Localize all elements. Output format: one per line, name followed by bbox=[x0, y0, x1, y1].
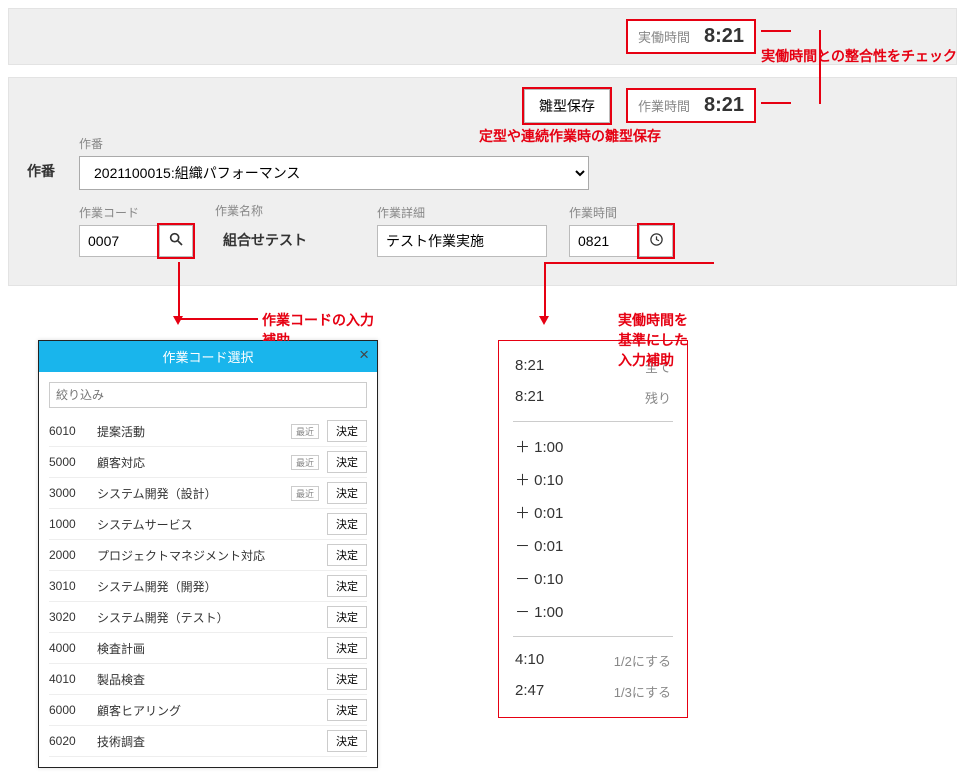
name-label: 作業名称 bbox=[215, 202, 355, 219]
code-row-name: システムサービス bbox=[97, 516, 319, 533]
code-label: 作業コード bbox=[79, 204, 193, 221]
code-row[interactable]: 4010 製品検査決定 bbox=[49, 664, 367, 695]
time-option[interactable]: － 0:10 bbox=[513, 562, 673, 595]
time-option-value: ＋ 0:01 bbox=[515, 502, 563, 523]
code-row-code: 5000 bbox=[49, 455, 89, 469]
code-row-name: システム開発（テスト） bbox=[97, 609, 319, 626]
decide-button[interactable]: 決定 bbox=[327, 668, 367, 690]
decide-button[interactable]: 決定 bbox=[327, 575, 367, 597]
recent-badge: 最近 bbox=[291, 424, 319, 439]
code-row-name: システム開発（設計） bbox=[97, 485, 283, 502]
time-option[interactable]: ＋ 1:00 bbox=[513, 430, 673, 463]
decide-button[interactable]: 決定 bbox=[327, 451, 367, 473]
decide-button[interactable]: 決定 bbox=[327, 544, 367, 566]
time-option[interactable]: 8:21 残り bbox=[513, 382, 673, 413]
decide-button[interactable]: 決定 bbox=[327, 420, 367, 442]
time-option[interactable]: 4:10 1/2にする bbox=[513, 645, 673, 676]
time-option-value: － 0:10 bbox=[515, 568, 563, 589]
work-time-box: 作業時間 8:21 bbox=[626, 88, 756, 123]
clock-icon bbox=[649, 232, 664, 251]
detail-input[interactable] bbox=[377, 225, 547, 257]
decide-button[interactable]: 決定 bbox=[327, 606, 367, 628]
code-row-code: 3020 bbox=[49, 610, 89, 624]
time-option-tag: 残り bbox=[645, 388, 671, 407]
time-option-value: － 0:01 bbox=[515, 535, 563, 556]
search-icon bbox=[168, 231, 184, 251]
code-input[interactable] bbox=[79, 225, 159, 257]
time-option-value: － 1:00 bbox=[515, 601, 563, 622]
time-option[interactable]: 2:47 1/3にする bbox=[513, 676, 673, 707]
code-row-name: システム開発（開発） bbox=[97, 578, 319, 595]
time-option[interactable]: － 1:00 bbox=[513, 595, 673, 628]
code-row-code: 3010 bbox=[49, 579, 89, 593]
code-search-button[interactable] bbox=[159, 225, 193, 257]
section-title: 作番 bbox=[27, 135, 55, 181]
time-option-value: 8:21 bbox=[515, 388, 544, 407]
code-popup-title: 作業コード選択 × bbox=[39, 341, 377, 372]
code-row-code: 1000 bbox=[49, 517, 89, 531]
code-row[interactable]: 6020 技術調査決定 bbox=[49, 726, 367, 757]
code-row-name: 提案活動 bbox=[97, 423, 283, 440]
time-option-value: ＋ 1:00 bbox=[515, 436, 563, 457]
code-select-popup: 作業コード選択 × 6010提案活動最近決定5000顧客対応最近決定3000シス… bbox=[38, 340, 378, 768]
work-time-value: 8:21 bbox=[704, 94, 744, 117]
actual-time-box: 実働時間 8:21 bbox=[626, 19, 756, 54]
recent-badge: 最近 bbox=[291, 455, 319, 470]
decide-button[interactable]: 決定 bbox=[327, 699, 367, 721]
code-row-code: 3000 bbox=[49, 486, 89, 500]
decide-button[interactable]: 決定 bbox=[327, 637, 367, 659]
code-row-name: 検査計画 bbox=[97, 640, 319, 657]
code-row-code: 6000 bbox=[49, 703, 89, 717]
code-row[interactable]: 4000 検査計画決定 bbox=[49, 633, 367, 664]
code-row-name: 製品検査 bbox=[97, 671, 319, 688]
template-save-button[interactable]: 雛型保存 bbox=[524, 89, 610, 123]
code-row-name: 技術調査 bbox=[97, 733, 319, 750]
time-option-tag: 1/2にする bbox=[614, 651, 671, 670]
recent-badge: 最近 bbox=[291, 486, 319, 501]
code-row[interactable]: 3010 システム開発（開発） 決定 bbox=[49, 571, 367, 602]
code-row-name: プロジェクトマネジメント対応 bbox=[97, 547, 319, 564]
close-icon[interactable]: × bbox=[359, 345, 369, 365]
time-option[interactable]: ＋ 0:01 bbox=[513, 496, 673, 529]
code-row-name: 顧客対応 bbox=[97, 454, 283, 471]
decide-button[interactable]: 決定 bbox=[327, 513, 367, 535]
code-row[interactable]: 2000 プロジェクトマネジメント対応決定 bbox=[49, 540, 367, 571]
work-time-label: 作業時間 bbox=[638, 96, 690, 115]
annotation-template-save: 定型や連続作業時の雛型保存 bbox=[479, 126, 661, 146]
time-option[interactable]: ＋ 0:10 bbox=[513, 463, 673, 496]
code-row[interactable]: 1000 システムサービス決定 bbox=[49, 509, 367, 540]
name-value: 組合せテスト bbox=[215, 223, 355, 257]
annotation-time-assist: 実働時間を基準にした入力補助 bbox=[618, 310, 688, 370]
time-helper-popup: 8:21全て8:21残り ＋ 1:00＋ 0:10＋ 0:01－ 0:01－ 0… bbox=[498, 340, 688, 718]
time-option-value: 8:21 bbox=[515, 357, 544, 376]
time-option-tag: 1/3にする bbox=[614, 682, 671, 701]
code-row[interactable]: 6010 提案活動最近決定 bbox=[49, 416, 367, 447]
time-option[interactable]: － 0:01 bbox=[513, 529, 673, 562]
code-row-code: 6020 bbox=[49, 734, 89, 748]
code-row[interactable]: 3020 システム開発（テスト） 決定 bbox=[49, 602, 367, 633]
time-option-value: 4:10 bbox=[515, 651, 544, 670]
decide-button[interactable]: 決定 bbox=[327, 482, 367, 504]
code-row[interactable]: 3000 システム開発（設計） 最近決定 bbox=[49, 478, 367, 509]
time-helper-button[interactable] bbox=[639, 225, 673, 257]
annotation-consistency: 実働時間との整合性をチェック bbox=[761, 46, 957, 66]
actual-time-value: 8:21 bbox=[704, 25, 744, 48]
code-row-code: 4010 bbox=[49, 672, 89, 686]
actual-time-label: 実働時間 bbox=[638, 27, 690, 46]
time-option-value: 2:47 bbox=[515, 682, 544, 701]
time-option-value: ＋ 0:10 bbox=[515, 469, 563, 490]
code-row-code: 4000 bbox=[49, 641, 89, 655]
code-row[interactable]: 6000 顧客ヒアリング決定 bbox=[49, 695, 367, 726]
code-row-code: 2000 bbox=[49, 548, 89, 562]
project-select[interactable]: 2021100015:組織パフォーマンス bbox=[79, 156, 589, 190]
code-row-name: 顧客ヒアリング bbox=[97, 702, 319, 719]
code-filter-input[interactable] bbox=[49, 382, 367, 408]
time-field-label: 作業時間 bbox=[569, 204, 673, 221]
detail-label: 作業詳細 bbox=[377, 204, 547, 221]
time-input[interactable] bbox=[569, 225, 639, 257]
code-row[interactable]: 5000 顧客対応最近決定 bbox=[49, 447, 367, 478]
code-row-code: 6010 bbox=[49, 424, 89, 438]
decide-button[interactable]: 決定 bbox=[327, 730, 367, 752]
